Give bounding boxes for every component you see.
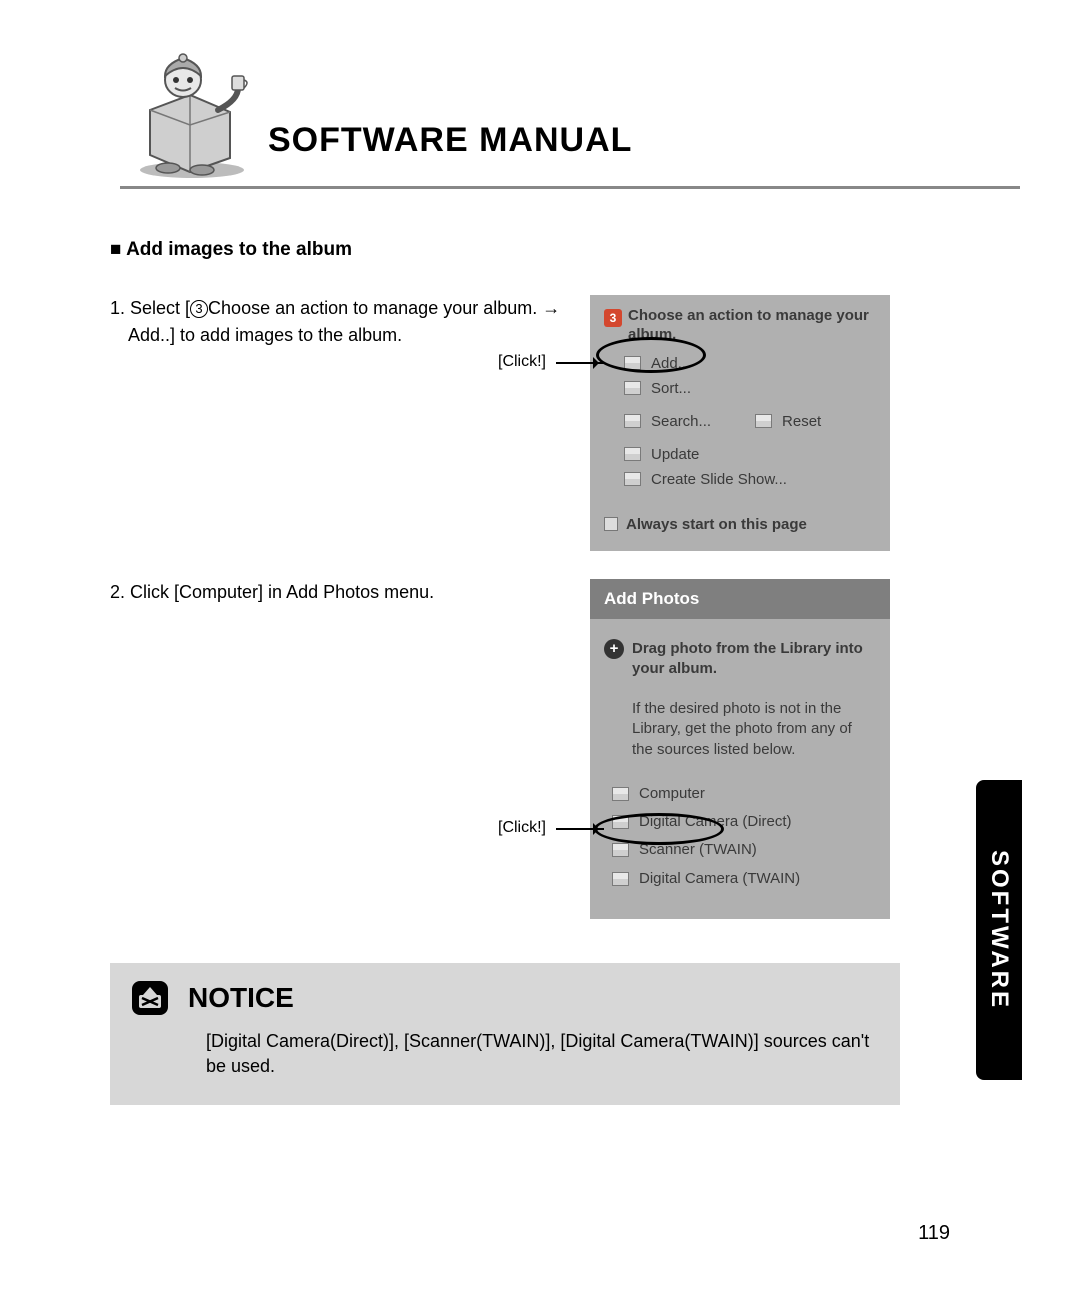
menu-label-search: Search... — [651, 413, 711, 430]
arrow-1 — [556, 362, 604, 364]
picture-icon — [624, 472, 641, 486]
click-label-2: [Click!] — [498, 819, 546, 837]
picture-icon — [612, 787, 629, 801]
page-title: SOFTWARE MANUAL — [268, 121, 632, 160]
page-number: 119 — [918, 1222, 950, 1245]
step-1-second-line: Add..] to add images to the album. — [128, 325, 402, 345]
menu-label-sort: Sort... — [651, 380, 691, 397]
step-2-text: 2. Click [Computer] in Add Photos menu. — [110, 579, 590, 606]
picture-icon — [624, 381, 641, 395]
notice-icon — [130, 979, 170, 1017]
step-number-badge: 3 — [604, 309, 622, 327]
source-computer[interactable]: Computer — [612, 784, 872, 804]
menu-label-update: Update — [651, 446, 699, 463]
menu-label-slideshow: Create Slide Show... — [651, 471, 787, 488]
manage-album-panel: 3 Choose an action to manage your album.… — [590, 295, 890, 551]
menu-item-sort[interactable]: Sort... — [624, 380, 876, 397]
always-start-label: Always start on this page — [626, 516, 807, 533]
picture-icon — [612, 872, 629, 886]
section-subheading: Add images to the album — [110, 239, 1020, 261]
checkbox-icon — [604, 517, 618, 531]
notice-title: NOTICE — [188, 982, 294, 1014]
step-1-text: 1. Select [3Choose an action to manage y… — [110, 295, 590, 349]
picture-icon — [624, 414, 641, 428]
step-1-middle: Choose an action to manage your album. → — [208, 298, 560, 318]
menu-label-reset: Reset — [782, 413, 821, 430]
source-label-computer: Computer — [639, 784, 705, 804]
picture-icon — [624, 447, 641, 461]
source-description: If the desired photo is not in the Libra… — [632, 699, 872, 760]
add-photos-panel: Add Photos + Drag photo from the Library… — [590, 579, 890, 919]
step-2: 2. Click [Computer] in Add Photos menu. … — [110, 579, 1020, 919]
step-1-prefix: 1. Select [ — [110, 298, 190, 318]
circled-3-icon: 3 — [190, 300, 208, 318]
plus-icon: + — [604, 639, 624, 659]
source-digital-camera-twain[interactable]: Digital Camera (TWAIN) — [612, 869, 872, 889]
add-photos-title: Add Photos — [590, 579, 890, 619]
menu-item-reset[interactable]: Reset — [755, 413, 821, 430]
click-label-1: [Click!] — [498, 353, 546, 371]
menu-item-slideshow[interactable]: Create Slide Show... — [624, 471, 876, 488]
page-header: SOFTWARE MANUAL — [110, 40, 1020, 189]
arrow-2 — [556, 828, 604, 830]
drag-instruction: Drag photo from the Library into your al… — [632, 639, 872, 680]
picture-icon — [612, 843, 629, 857]
notice-box: NOTICE [Digital Camera(Direct)], [Scanne… — [110, 963, 900, 1105]
step-1: 1. Select [3Choose an action to manage y… — [110, 295, 1020, 551]
mascot-illustration — [120, 40, 250, 180]
software-side-tab: SOFTWARE — [976, 780, 1022, 1080]
computer-highlight-oval — [594, 813, 724, 845]
picture-icon — [755, 414, 772, 428]
source-label-twain: Digital Camera (TWAIN) — [639, 869, 800, 889]
notice-text: [Digital Camera(Direct)], [Scanner(TWAIN… — [206, 1029, 880, 1079]
add-highlight-oval — [596, 337, 706, 373]
menu-item-search[interactable]: Search... — [624, 413, 711, 430]
menu-item-update[interactable]: Update — [624, 446, 876, 463]
always-start-checkbox[interactable]: Always start on this page — [604, 516, 876, 533]
